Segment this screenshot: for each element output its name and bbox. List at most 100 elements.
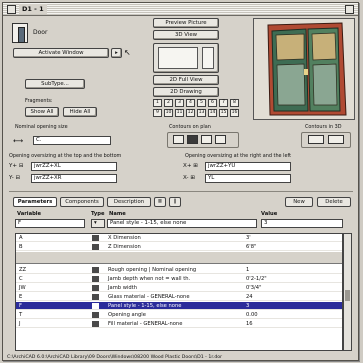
right-oversize-field[interactable]: jwrZZ+YU	[205, 162, 291, 171]
fragment-toggle-10[interactable]: 10	[164, 109, 173, 117]
fragment-toggle-2[interactable]: 2	[164, 99, 173, 107]
fragment-toggle-5[interactable]: 5	[197, 99, 206, 107]
row-name: X Dimension	[108, 235, 141, 241]
table-row[interactable]: F Panel style - 1-15, else none 3	[16, 302, 342, 310]
contour-3d-option-1[interactable]	[308, 135, 324, 144]
tab-components[interactable]: Components	[60, 197, 104, 207]
fragment-toggle-11[interactable]: 11	[175, 109, 184, 117]
fragment-toggle-4[interactable]: 4	[186, 99, 195, 107]
width-dimension-icon: ⟷	[13, 137, 24, 145]
top-oversize-value: jwrZZ+XL	[34, 163, 61, 169]
row-variable: C	[19, 276, 23, 282]
fragment-toggle-15[interactable]: 15	[219, 109, 228, 117]
table-row[interactable]: B Z Dimension 6'8"	[16, 243, 342, 251]
parameter-type-icon	[92, 235, 99, 241]
preview-picture-label: Preview Picture	[165, 20, 207, 26]
close-box-icon[interactable]	[7, 5, 16, 14]
delete-label: Delete	[325, 199, 343, 205]
column-header-variable: Variable	[17, 211, 42, 217]
view-3d-button[interactable]: 3D View	[153, 30, 219, 40]
top-oversize-field[interactable]: jwrZZ+XL	[31, 162, 117, 171]
subtype-label: SubType...	[41, 81, 69, 87]
row-name: Panel style - 1-15, else none	[108, 303, 182, 309]
name-edit-field[interactable]: Panel style - 1-15, else none	[107, 219, 257, 228]
fragment-toggle-1[interactable]: 1	[153, 99, 162, 107]
tab-parameters[interactable]: Parameters	[13, 197, 57, 207]
table-scrollbar[interactable]	[343, 233, 352, 351]
subtype-button[interactable]: SubType...	[25, 79, 85, 89]
row-value: 0.00	[246, 312, 258, 318]
fragment-toggle-14[interactable]: 14	[208, 109, 217, 117]
contours-3d-label: Contours in 3D	[305, 124, 342, 130]
fragments-label: Fragments:	[25, 98, 53, 104]
table-row[interactable]: JW Jamb width 0'3/4"	[16, 284, 342, 292]
drawing-2d-button[interactable]: 2D Drawing	[153, 87, 219, 97]
row-name: Fill material - GENERAL-none	[108, 321, 183, 327]
bottom-oversize-field[interactable]: jwrZZ+XR	[31, 174, 117, 183]
fragment-toggle-12[interactable]: 12	[186, 109, 195, 117]
column-view-icon: ⫼	[173, 199, 177, 205]
full-view-2d-button[interactable]: 2D Full View	[153, 75, 219, 85]
type-popup-button[interactable]: ▾	[91, 219, 105, 228]
row-value: 6'8"	[246, 244, 257, 250]
row-variable: ZZ	[19, 267, 27, 273]
nominal-size-label: Nominal opening size	[15, 124, 68, 130]
delete-parameter-button[interactable]: Delete	[317, 197, 351, 207]
new-parameter-button[interactable]: New	[285, 197, 313, 207]
contour-plan-option-3[interactable]	[201, 135, 212, 144]
contour-3d-option-2[interactable]	[328, 135, 344, 144]
activate-window-button[interactable]: Activate Window	[13, 48, 109, 58]
row-value: 16	[246, 321, 253, 327]
hide-all-button[interactable]: Hide All	[63, 107, 97, 117]
value-edit-field[interactable]: 3	[261, 219, 343, 228]
contour-plan-option-2[interactable]	[187, 135, 198, 144]
table-row[interactable]: E Glass material - GENERAL-none 24	[16, 293, 342, 301]
table-row[interactable]: A X Dimension 3'	[16, 234, 342, 242]
table-row[interactable]: ZZ Rough opening | Nominal opening 1	[16, 266, 342, 274]
preview-picture-button[interactable]: Preview Picture	[153, 18, 219, 28]
row-name: Glass material - GENERAL-none	[108, 294, 190, 300]
title-bar[interactable]: D1 - 1	[3, 3, 358, 16]
show-all-label: Show All	[30, 109, 54, 115]
tab-description[interactable]: Description	[107, 197, 151, 207]
fragment-toggle-16[interactable]: 16	[230, 109, 239, 117]
row-name: Opening angle	[108, 312, 146, 318]
contour-plan-option-1[interactable]	[173, 135, 184, 144]
fragment-toggle-3[interactable]: 3	[175, 99, 184, 107]
file-path: C:\ArchiCAD 6.0:\ArchiCAD Library\09 Doo…	[7, 355, 223, 360]
activate-window-popup-arrow[interactable]: ▸	[111, 48, 122, 58]
view-angle-slider[interactable]	[202, 47, 214, 69]
table-row[interactable]: T Opening angle 0.00	[16, 311, 342, 319]
parameter-table[interactable]: A X Dimension 3' B Z Dimension 6'8" ZZ Rough op…	[15, 233, 343, 351]
type-popup-icon: ▾	[94, 220, 97, 226]
fragment-toggle-13[interactable]: 13	[197, 109, 206, 117]
list-view-button[interactable]: ≣	[154, 197, 166, 207]
fragment-toggle-9[interactable]: 9	[153, 109, 162, 117]
column-header-value: Value	[261, 211, 278, 217]
bottom-oversize-value: jwrZZ+XR	[34, 175, 62, 181]
new-label: New	[293, 199, 305, 205]
zoom-box-icon[interactable]	[345, 5, 354, 14]
show-all-button[interactable]: Show All	[25, 107, 59, 117]
nominal-width-field[interactable]: C.	[33, 136, 111, 145]
parameter-type-icon	[92, 312, 99, 318]
table-row[interactable]: J Fill material - GENERAL-none 16	[16, 320, 342, 328]
variable-edit-field[interactable]: F	[15, 219, 85, 228]
row-variable: B	[19, 244, 23, 250]
column-header-type: Type	[91, 211, 105, 217]
column-view-button[interactable]: ⫼	[169, 197, 181, 207]
view-options-panel[interactable]	[153, 43, 219, 73]
fragment-toggle-6[interactable]: 6	[208, 99, 217, 107]
row-variable: E	[19, 294, 23, 300]
left-oversize-field[interactable]: YL	[205, 174, 291, 183]
tab-components-label: Components	[65, 199, 99, 205]
table-row[interactable]: C Jamb depth when not = wall th. 0'2-1/2"	[16, 275, 342, 283]
view-3d-label: 3D View	[174, 32, 198, 38]
contour-plan-option-4[interactable]	[215, 135, 226, 144]
door-object-icon	[12, 23, 28, 43]
scrollbar-thumb[interactable]	[345, 290, 350, 301]
drawing-2d-label: 2D Drawing	[170, 89, 202, 95]
name-edit-value: Panel style - 1-15, else none	[110, 220, 187, 226]
fragment-toggle-7[interactable]: 7	[219, 99, 228, 107]
fragment-toggle-8[interactable]: 8	[230, 99, 239, 107]
